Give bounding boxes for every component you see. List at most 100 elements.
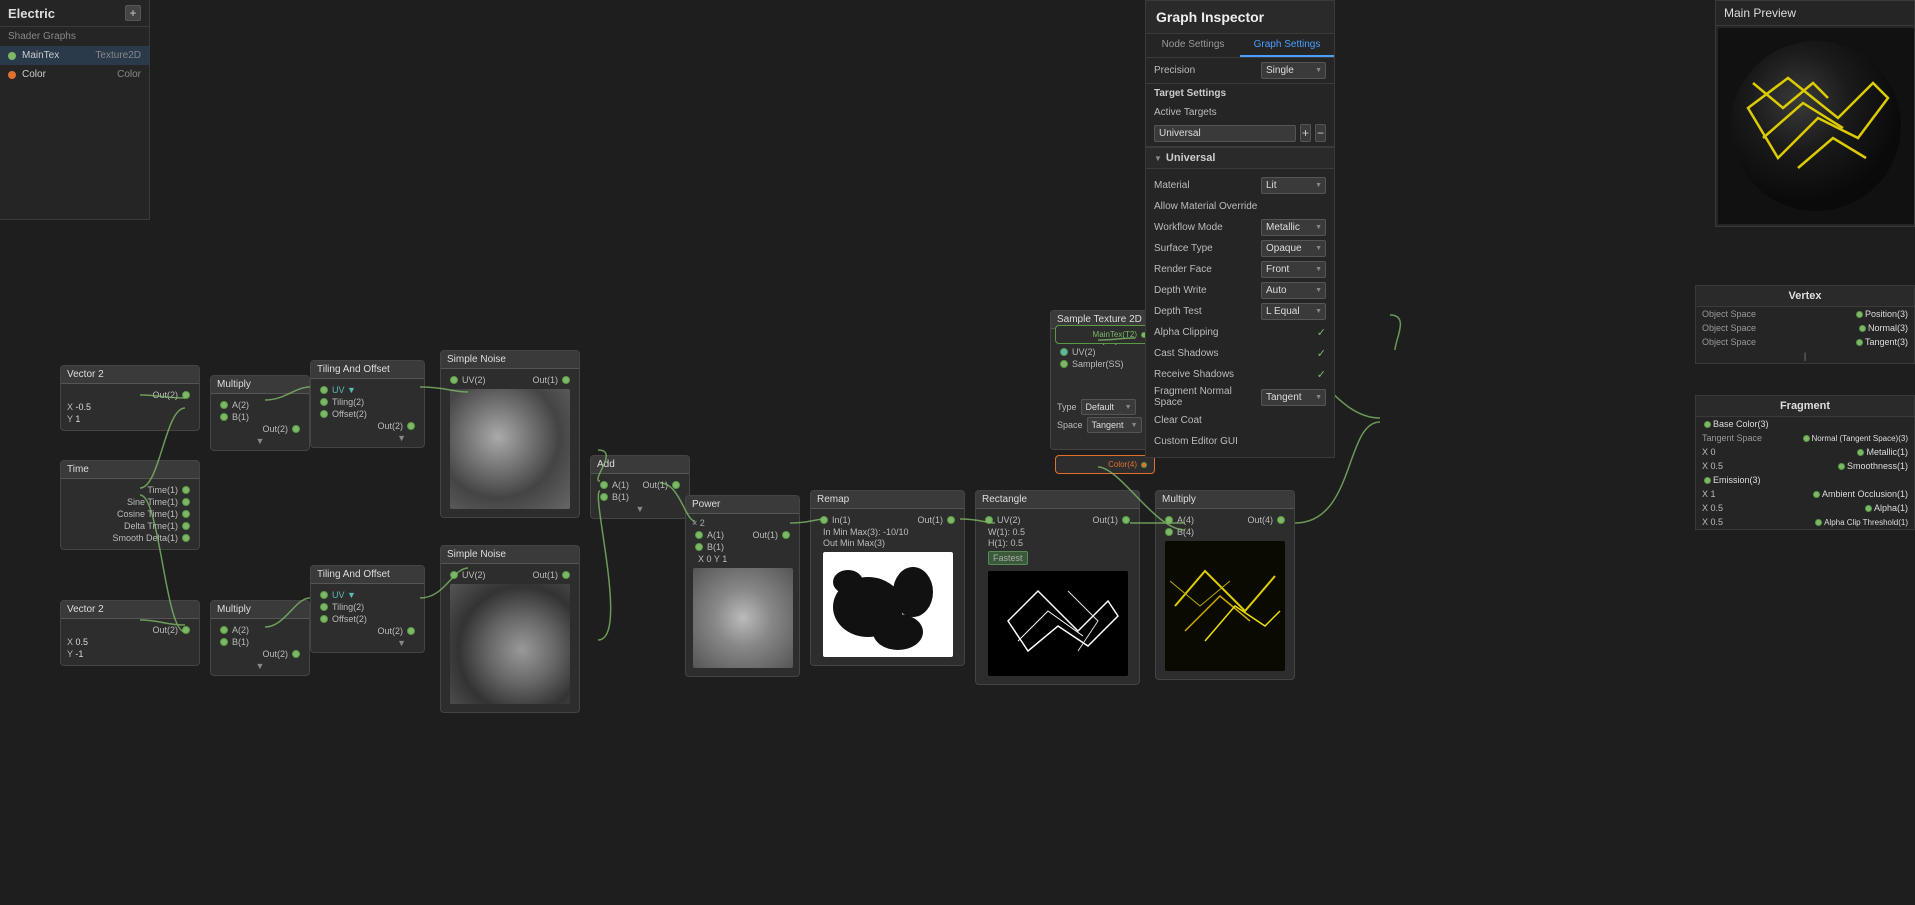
tiling-offset-1-out: Out(2) xyxy=(317,421,418,431)
time-out: Time(1) xyxy=(67,485,193,495)
precision-label: Precision xyxy=(1154,65,1261,76)
alpha-clipping-row: Alpha Clipping ✓ xyxy=(1154,323,1326,341)
tiling-offset-2-offset-port xyxy=(320,615,328,623)
fragment-emission-port xyxy=(1704,477,1711,484)
vertex-position: Object Space Position(3) xyxy=(1696,307,1914,321)
remap-header: Remap xyxy=(811,491,964,509)
vector2-node-2[interactable]: Vector 2 Out(2) X 0.5 Y -1 xyxy=(60,600,200,666)
multiply-1-a: A(2) xyxy=(217,400,303,410)
multiply-1-b: B(1) xyxy=(217,412,303,422)
color-name: Color xyxy=(22,69,111,80)
tex2d-space-dropdown[interactable]: Tangent xyxy=(1087,417,1142,433)
workflow-mode-dropdown[interactable]: Metallic xyxy=(1261,219,1326,236)
custom-editor-label: Custom Editor GUI xyxy=(1154,436,1326,447)
multiply-3-a-port xyxy=(1165,516,1173,524)
fragment-base-color: Base Color(3) xyxy=(1696,417,1914,431)
add-header: Add xyxy=(591,456,689,474)
simple-noise-2-out-port xyxy=(562,571,570,579)
main-preview-title: Main Preview xyxy=(1716,1,1914,26)
simple-noise-node-2[interactable]: Simple Noise UV(2) Out(1) xyxy=(440,545,580,713)
multiply-3-b: B(4) xyxy=(1162,527,1288,537)
fragment-normal-dropdown[interactable]: Tangent xyxy=(1261,389,1326,406)
multiply-2-a-port xyxy=(220,626,228,634)
sidebar-item-color[interactable]: Color Color xyxy=(0,65,149,84)
sidebar-add-button[interactable]: + xyxy=(125,5,141,21)
maintex-name: MainTex xyxy=(22,50,89,61)
multiply-node-3[interactable]: Multiply A(4) Out(4) B(4) xyxy=(1155,490,1295,680)
depth-write-dropdown[interactable]: Auto xyxy=(1261,282,1326,299)
cast-shadows-row: Cast Shadows ✓ xyxy=(1154,344,1326,362)
inspector-title: Graph Inspector xyxy=(1146,1,1334,34)
tiling-offset-1-offset-port xyxy=(320,410,328,418)
power-b-port xyxy=(695,543,703,551)
vertex-expand[interactable]: | xyxy=(1696,349,1914,363)
sidebar-item-maintex[interactable]: MainTex Texture2D xyxy=(0,46,149,65)
time-cosine: Cosine Time(1) xyxy=(67,509,193,519)
vertex-normal: Object Space Normal(3) xyxy=(1696,321,1914,335)
universal-input[interactable] xyxy=(1154,125,1296,142)
simple-noise-node-1[interactable]: Simple Noise UV(2) Out(1) xyxy=(440,350,580,518)
precision-dropdown[interactable]: Single xyxy=(1261,62,1326,79)
tab-node-settings[interactable]: Node Settings xyxy=(1146,34,1240,57)
vertex-panel: Vertex Object Space Position(3) Object S… xyxy=(1695,285,1915,364)
time-node[interactable]: Time Time(1) Sine Time(1) Cosine Time(1)… xyxy=(60,460,200,550)
fragment-ao-port xyxy=(1813,491,1820,498)
simple-noise-1-out-port xyxy=(562,376,570,384)
power-node[interactable]: Power × 2 A(1) Out(1) B(1) X 0 Y 1 xyxy=(685,495,800,677)
tiling-offset-1-offset: Offset(2) xyxy=(317,409,418,419)
tiling-offset-2-uv-port xyxy=(320,591,328,599)
fragment-header: Fragment xyxy=(1696,396,1914,417)
multiply-3-b-port xyxy=(1165,528,1173,536)
render-face-dropdown[interactable]: Front xyxy=(1261,261,1326,278)
multiply-3-out-port xyxy=(1277,516,1285,524)
depth-test-dropdown[interactable]: L Equal xyxy=(1261,303,1326,320)
cast-shadows-check: ✓ xyxy=(1317,347,1326,360)
inspector-tabs: Node Settings Graph Settings xyxy=(1146,34,1334,58)
material-dropdown[interactable]: Lit xyxy=(1261,177,1326,194)
color-input-node[interactable]: Color(4) xyxy=(1055,455,1155,474)
multiply-2-b: B(1) xyxy=(217,637,303,647)
receive-shadows-row: Receive Shadows ✓ xyxy=(1154,365,1326,383)
time-cosine-port xyxy=(182,510,190,518)
vector2-node-1[interactable]: Vector 2 Out(2) X -0.5 Y 1 xyxy=(60,365,200,431)
tiling-offset-2-out: Out(2) xyxy=(317,626,418,636)
simple-noise-1-preview xyxy=(450,389,570,509)
simple-noise-2-preview xyxy=(450,584,570,704)
depth-test-row: Depth Test L Equal xyxy=(1154,302,1326,320)
tiling-offset-node-1[interactable]: Tiling And Offset UV ▼ Tiling(2) Offset(… xyxy=(310,360,425,448)
add-node[interactable]: Add A(1) Out(1) B(1) ▼ xyxy=(590,455,690,519)
target-input-row: + − xyxy=(1154,124,1326,142)
vector2-1-out-port xyxy=(182,391,190,399)
remove-target-button[interactable]: − xyxy=(1315,124,1326,142)
tiling-offset-2-uv: UV ▼ xyxy=(317,590,418,600)
universal-section-header[interactable]: ▼ Universal xyxy=(1146,147,1334,169)
tex2d-type-dropdown[interactable]: Default xyxy=(1081,399,1136,415)
surface-type-dropdown[interactable]: Opaque xyxy=(1261,240,1326,257)
fragment-normal-row: Fragment Normal Space Tangent xyxy=(1154,386,1326,408)
color-dot xyxy=(8,71,16,79)
rectangle-preview xyxy=(988,571,1128,676)
multiply-node-2[interactable]: Multiply A(2) B(1) Out(2) ▼ xyxy=(210,600,310,676)
remap-in-port xyxy=(820,516,828,524)
tiling-offset-node-2[interactable]: Tiling And Offset UV ▼ Tiling(2) Offset(… xyxy=(310,565,425,653)
remap-node[interactable]: Remap In(1) Out(1) In Min Max(3): -10/10… xyxy=(810,490,965,666)
depth-write-row: Depth Write Auto xyxy=(1154,281,1326,299)
tiling-offset-2-tiling: Tiling(2) xyxy=(317,602,418,612)
maintex-input-node[interactable]: MainTex(T2) xyxy=(1055,325,1155,344)
fragment-metallic: X 0 Metallic(1) xyxy=(1696,445,1914,459)
simple-noise-1-uv-port xyxy=(450,376,458,384)
tab-graph-settings[interactable]: Graph Settings xyxy=(1240,34,1334,57)
sidebar-subtitle: Shader Graphs xyxy=(0,27,149,46)
clear-coat-label: Clear Coat xyxy=(1154,415,1326,426)
power-preview xyxy=(693,568,793,668)
add-target-button[interactable]: + xyxy=(1300,124,1311,142)
add-out-port xyxy=(672,481,680,489)
simple-noise-2-uv: UV(2) Out(1) xyxy=(447,570,573,580)
vector2-2-y: -1 xyxy=(75,649,83,659)
tex2d-sampler: Sampler(SS) xyxy=(1057,359,1148,369)
rectangle-node[interactable]: Rectangle UV(2) Out(1) W(1): 0.5 H(1): 0… xyxy=(975,490,1140,685)
multiply-2-a: A(2) xyxy=(217,625,303,635)
multiply-node-1[interactable]: Multiply A(2) B(1) Out(2) ▼ xyxy=(210,375,310,451)
canvas-area[interactable]: Electric + Shader Graphs MainTex Texture… xyxy=(0,0,1915,905)
material-label: Material xyxy=(1154,180,1261,191)
